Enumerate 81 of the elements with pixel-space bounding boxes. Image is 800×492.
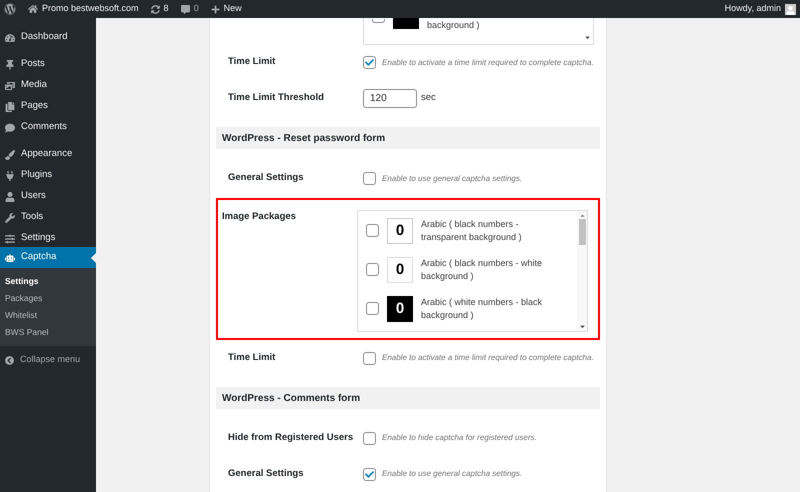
package-list[interactable]: background ) bbox=[363, 18, 594, 45]
gauge-icon bbox=[5, 32, 15, 42]
option-description: Enable to hide captcha for registered users. bbox=[382, 432, 537, 444]
option-description: Enable to activate a time limit required to complete captcha. bbox=[382, 56, 594, 69]
submenu-item[interactable]: Whitelist bbox=[0, 307, 96, 324]
plus-icon bbox=[210, 4, 220, 14]
field-label: Time Limit bbox=[228, 55, 276, 70]
field-label: Time Limit bbox=[228, 351, 276, 366]
unit-label: sec bbox=[421, 91, 436, 106]
package-list[interactable]: 0 Arabic ( black numbers - transparent background ) 0 Arabic ( black numbers - white background ) 0 Arabic ( white numbers - black background ) bbox=[357, 210, 588, 332]
field-label: Time Limit Threshold bbox=[228, 91, 325, 106]
scroll-down-icon[interactable] bbox=[578, 323, 586, 330]
comment-icon bbox=[5, 122, 15, 132]
sliders-icon bbox=[5, 234, 15, 244]
updates-link[interactable]: 8 bbox=[150, 2, 169, 16]
checkbox[interactable] bbox=[366, 224, 379, 238]
option-description: Enable to use general captcha settings. bbox=[382, 468, 522, 480]
check-icon bbox=[365, 58, 374, 68]
scroll-up-icon[interactable] bbox=[578, 212, 586, 220]
current-pointer-icon bbox=[91, 253, 96, 263]
plug-icon bbox=[5, 170, 15, 180]
comment-icon bbox=[180, 4, 190, 14]
checkbox[interactable] bbox=[363, 172, 376, 186]
avatar-icon bbox=[785, 4, 796, 14]
pages-icon bbox=[5, 102, 15, 112]
section-header: WordPress - Comments form bbox=[216, 387, 600, 410]
pin-icon bbox=[5, 60, 15, 70]
scrollbar[interactable] bbox=[577, 211, 587, 332]
new-link[interactable]: New bbox=[210, 2, 242, 16]
menu-item[interactable]: Dashboard bbox=[0, 27, 96, 48]
menu-item[interactable]: Users bbox=[0, 186, 96, 207]
number-input[interactable]: 120 bbox=[363, 88, 417, 108]
package-label: Arabic ( white numbers - black background ) bbox=[421, 296, 544, 322]
collapse-icon bbox=[5, 356, 14, 364]
package-label: background ) bbox=[427, 19, 480, 32]
site-link[interactable]: Promo bestwebsoft.com bbox=[28, 2, 139, 16]
checkbox[interactable] bbox=[363, 468, 376, 481]
section-header: WordPress - Reset password form bbox=[216, 127, 600, 150]
user-icon bbox=[5, 192, 15, 202]
checkbox[interactable] bbox=[363, 56, 376, 70]
menu-item[interactable]: Captcha bbox=[0, 247, 96, 268]
menu-item[interactable]: Appearance bbox=[0, 144, 96, 165]
package-label: Arabic ( black numbers - white background ) bbox=[421, 256, 544, 283]
field-label: General Settings bbox=[228, 171, 304, 186]
checkbox-edge[interactable] bbox=[372, 19, 385, 23]
comments-link[interactable]: 0 bbox=[180, 2, 199, 16]
robot-icon bbox=[5, 252, 15, 262]
refresh-icon bbox=[150, 4, 160, 14]
option-description: Enable to use general captcha settings. bbox=[382, 172, 522, 185]
menu-item[interactable]: Comments bbox=[0, 117, 96, 138]
checkbox[interactable] bbox=[363, 432, 376, 445]
collapse-menu-button[interactable]: Collapse menu bbox=[0, 349, 96, 371]
menu-item[interactable]: Pages bbox=[0, 96, 96, 117]
number-tile: 0 bbox=[387, 256, 413, 283]
option-description: Enable to activate a time limit required to complete captcha. bbox=[382, 352, 594, 364]
account-link[interactable]: Howdy, admin bbox=[724, 2, 796, 16]
home-icon bbox=[28, 4, 38, 14]
menu-item[interactable]: Media bbox=[0, 75, 96, 96]
field-label: Hide from Registered Users bbox=[228, 431, 354, 446]
menu-item[interactable]: Settings bbox=[0, 228, 96, 249]
field-label: General Settings bbox=[228, 467, 304, 482]
menu-item[interactable]: Posts bbox=[0, 54, 96, 75]
checkbox[interactable] bbox=[363, 352, 376, 365]
media-icon bbox=[5, 80, 15, 90]
submenu-item[interactable]: BWS Panel bbox=[0, 324, 96, 341]
menu-item[interactable]: Plugins bbox=[0, 165, 96, 186]
scroll-thumb[interactable] bbox=[578, 219, 586, 246]
checkbox[interactable] bbox=[366, 302, 379, 316]
wrench-icon bbox=[5, 212, 15, 222]
check-icon bbox=[365, 470, 374, 479]
number-tile: 0 bbox=[387, 296, 413, 322]
checkbox[interactable] bbox=[366, 263, 379, 276]
scroll-down-icon[interactable] bbox=[584, 34, 591, 41]
wordpress-logo-icon[interactable] bbox=[4, 3, 16, 15]
package-label: Arabic ( black numbers - transparent background ) bbox=[421, 218, 523, 244]
brush-icon bbox=[5, 150, 15, 160]
submenu-item[interactable]: Settings bbox=[0, 273, 96, 290]
number-tile: 0 bbox=[387, 218, 413, 244]
menu-item[interactable]: Tools bbox=[0, 207, 96, 228]
submenu-item[interactable]: Packages bbox=[0, 290, 96, 307]
field-label: Image Packages bbox=[222, 210, 297, 224]
